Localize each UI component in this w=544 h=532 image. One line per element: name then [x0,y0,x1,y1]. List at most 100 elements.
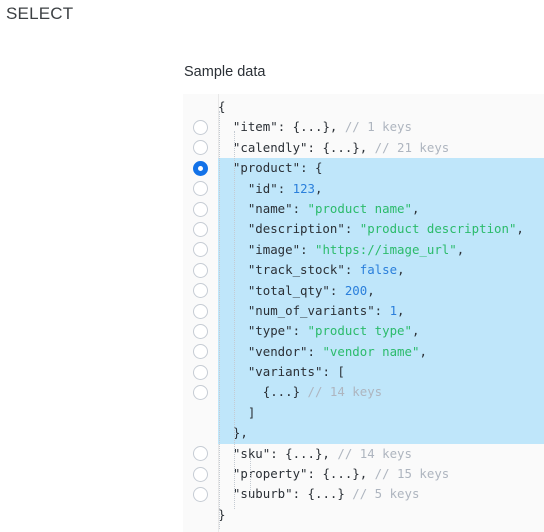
row-radio-cell[interactable] [183,283,218,299]
json-token-pun: : [344,262,360,278]
json-line-tokens: ] [218,403,255,423]
radio-button[interactable] [193,242,208,258]
json-row[interactable]: "description": "product description", [183,219,544,240]
json-code-line: "variants": [ [218,362,544,383]
json-line-tokens: "calendly": {...}, // 21 keys [218,138,449,158]
json-token-pun: , [315,180,323,196]
json-token-pun: , [397,262,405,278]
radio-button[interactable] [193,181,208,197]
json-token-pun: , [411,200,420,216]
json-token-cmt: // 21 keys [374,139,450,155]
json-token-k: "suburb" [218,486,293,502]
json-token-pun: , [367,282,375,298]
radio-button[interactable] [193,487,208,503]
json-token-num: 200 [344,282,368,298]
json-row[interactable]: "sku": {...}, // 14 keys [183,444,544,464]
sample-data-label: Sample data [184,64,266,80]
row-radio-cell[interactable] [183,323,218,339]
row-radio-cell[interactable] [183,487,218,503]
radio-button[interactable] [193,364,208,380]
json-token-k: "product" [218,160,301,176]
row-radio-cell[interactable] [183,242,218,258]
radio-button[interactable] [193,222,208,238]
json-token-k: "image" [218,241,301,257]
json-row[interactable]: "track_stock": false, [183,260,544,281]
json-row[interactable]: "image": "https://image_url", [183,239,544,261]
json-row[interactable]: {...} // 14 keys [183,382,544,403]
row-radio-cell[interactable] [183,201,218,217]
json-token-pun: , [516,221,524,237]
json-token-pun: {...} [218,384,308,400]
radio-button[interactable] [193,466,208,482]
json-code-line: ] [218,402,544,424]
radio-button[interactable] [193,446,208,462]
row-radio-cell[interactable] [183,466,218,482]
json-line-tokens: { [218,97,225,117]
json-token-pun: } [218,506,226,522]
json-token-k: "variants" [218,364,323,380]
json-token-cmt: // 15 keys [374,466,450,482]
json-token-str: "vendor name" [322,343,420,359]
json-row[interactable]: "product": { [183,158,544,179]
json-row[interactable]: "id": 123, [183,178,544,199]
json-sample-viewer[interactable]: { "item": {...}, // 1 keys "calendly": {… [183,94,544,532]
json-row[interactable]: "calendly": {...}, // 21 keys [183,138,544,158]
json-code-line: "image": "https://image_url", [218,239,544,261]
radio-button[interactable] [193,283,208,299]
radio-button[interactable] [193,323,208,339]
radio-button[interactable] [193,303,208,319]
json-row-list: { "item": {...}, // 1 keys "calendly": {… [183,97,544,525]
json-row[interactable]: "total_qty": 200, [183,280,544,301]
json-row[interactable]: "variants": [ [183,362,544,383]
json-token-k: "item" [218,119,278,135]
row-radio-cell[interactable] [183,385,218,401]
row-radio-cell[interactable] [183,222,218,238]
json-row[interactable]: } [183,505,544,525]
json-token-pun: : { [300,160,323,176]
json-code-line: "track_stock": false, [218,260,544,281]
row-radio-cell[interactable] [183,160,218,176]
json-row[interactable]: "item": {...}, // 1 keys [183,117,544,137]
radio-button[interactable] [193,120,208,136]
json-row[interactable]: ] [183,402,544,424]
json-row[interactable]: "num_of_variants": 1, [183,300,544,322]
radio-button[interactable] [193,201,208,217]
json-row[interactable]: "suburb": {...} // 5 keys [183,484,544,504]
json-code-line: "calendly": {...}, // 21 keys [218,138,544,158]
json-line-tokens: {...} // 14 keys [218,382,382,402]
row-radio-cell[interactable] [183,364,218,380]
row-radio-cell[interactable] [183,303,218,319]
json-line-tokens: "image": "https://image_url", [218,240,464,260]
row-radio-cell[interactable] [183,262,218,278]
json-row[interactable]: "property": {...}, // 15 keys [183,464,544,484]
json-token-k: "property" [218,466,308,482]
json-token-pun: : {...}, [307,466,375,482]
radio-button[interactable] [193,344,208,360]
json-token-pun: : {...} [292,486,353,502]
json-token-pun: , [456,241,465,257]
row-radio-cell[interactable] [183,140,218,156]
json-row[interactable]: "type": "product type", [183,321,544,342]
radio-button[interactable] [193,140,208,156]
json-code-line: "product": { [218,158,544,179]
row-radio-cell[interactable] [183,120,218,136]
radio-button[interactable] [193,385,208,401]
row-radio-cell[interactable] [183,344,218,360]
row-radio-cell-empty [183,426,218,441]
json-token-pun: : {...}, [307,139,375,155]
page-title: SELECT [6,4,74,23]
radio-button-selected[interactable] [193,160,208,176]
json-line-tokens: "type": "product type", [218,321,420,341]
json-token-k: "calendly" [218,139,308,155]
json-row[interactable]: "name": "product name", [183,198,544,220]
radio-button[interactable] [193,262,208,278]
json-row[interactable]: { [183,97,544,117]
json-code-line: "total_qty": 200, [218,280,544,301]
json-row[interactable]: "vendor": "vendor name", [183,341,544,363]
row-radio-cell[interactable] [183,446,218,462]
json-row[interactable]: }, [183,423,544,444]
json-token-bool: false [359,262,398,278]
json-line-tokens: "total_qty": 200, [218,281,375,301]
json-token-num: 1 [389,302,398,318]
row-radio-cell[interactable] [183,181,218,197]
